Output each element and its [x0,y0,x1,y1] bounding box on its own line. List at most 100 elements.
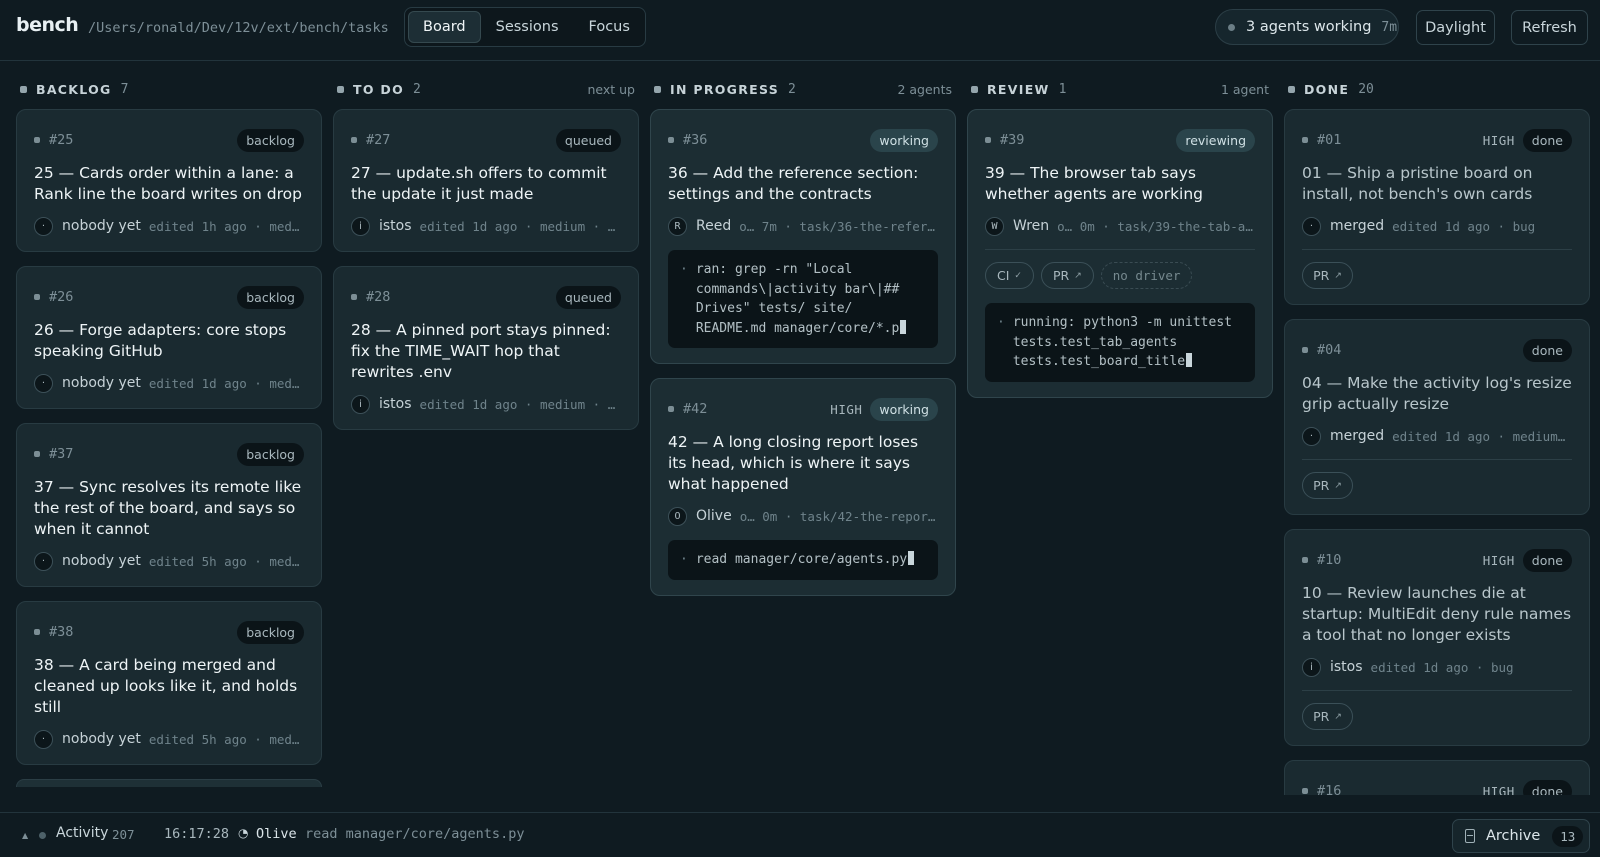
task-card[interactable]: #39 reviewing 39 — The browser tab says w… [967,109,1273,398]
priority-label: HIGH [1482,783,1515,796]
next-card-stub [16,779,322,787]
card-number: #04 [1317,342,1342,358]
column-name: REVIEW [987,81,1050,97]
column-name: IN PROGRESS [670,81,780,97]
card-number: #36 [683,132,708,148]
agents-status-pill[interactable]: 3 agents working 7m [1215,9,1399,45]
card-title: 28 — A pinned port stays pinned: fix the… [351,321,611,381]
card-square-icon [985,137,991,143]
status-badge: done [1522,548,1572,572]
card-title: 27 — update.sh offers to commit the upda… [351,164,607,203]
card-number: #25 [49,132,74,148]
column-done: DONE 20 #01 HIGH done 01 — Ship a pristine… [1284,61,1590,795]
archive-count: 13 [1552,825,1584,847]
cursor-icon [1186,353,1193,367]
column-name: BACKLOG [36,81,112,97]
column-count: 2 [413,81,421,97]
card-title: 04 — Make the activity log's resize grip… [1302,374,1572,413]
priority-label: HIGH [1482,552,1515,568]
card-square-icon [668,137,674,143]
ci-chip[interactable]: CI ✓ [985,262,1034,289]
avatar: R [668,216,687,236]
agent-log: · running: python3 -m unittest tests.test… [985,303,1255,382]
card-meta: edited 1d ago · medium [148,375,304,391]
agents-status-text: 3 agents working [1246,19,1372,35]
column-todo: TO DO 2 next up #27 queued 27 — update.sh… [333,61,639,795]
card-title: 25 — Cards order within a lane: a Rank l… [34,164,303,203]
divider [1302,459,1572,460]
column-name: TO DO [353,81,405,97]
column-in-progress: IN PROGRESS 2 2 agents #36 working 36 — A… [650,61,956,795]
task-card[interactable]: #01 HIGH done 01 — Ship a pristine board o… [1284,109,1590,305]
refresh-button[interactable]: Refresh [1511,10,1588,45]
status-badge: backlog [237,128,304,152]
card-square-icon [1302,137,1308,143]
cursor-icon [908,551,915,565]
task-card[interactable]: #04 done 04 — Make the activity log's res… [1284,319,1590,515]
column-header: TO DO 2 next up [337,79,635,99]
external-link-icon: ↗ [1074,270,1082,281]
card-number: #10 [1317,552,1342,568]
avatar: O [668,506,687,526]
avatar: · [34,729,53,749]
avatar: i [351,394,370,414]
avatar: i [1302,657,1321,677]
status-badge: queued [555,285,621,309]
task-card[interactable]: #42 HIGH working 42 — A long closing repor… [650,378,956,596]
archive-icon [1465,829,1475,843]
avatar: W [985,216,1004,236]
task-card[interactable]: #28 queued 28 — A pinned port stays pinne… [333,266,639,430]
status-badge: done [1522,128,1572,152]
cursor-icon [900,319,907,334]
pr-chip[interactable]: PR ↗ [1040,262,1094,289]
tab-board[interactable]: Board [408,11,481,43]
tab-sessions[interactable]: Sessions [481,11,574,43]
task-card[interactable]: #38 backlog 38 — A card being merged and … [16,601,322,765]
column-header: DONE 20 [1288,79,1586,99]
tab-focus[interactable]: Focus [574,11,645,43]
card-number: #37 [49,446,74,462]
column-count: 7 [120,81,129,97]
pr-link-chip[interactable]: PR ↗ [1302,703,1353,730]
external-link-icon: ↗ [1334,711,1342,722]
card-title: 36 — Add the reference section: settings… [668,164,919,203]
agent-log: · read manager/core/agents.py [668,540,938,580]
card-owner: merged [1330,428,1385,444]
task-card[interactable]: #25 backlog 25 — Cards order within a lan… [16,109,322,252]
card-square-icon [34,629,40,635]
task-card[interactable]: #26 backlog 26 — Forge adapters: core sto… [16,266,322,409]
task-card[interactable]: #37 backlog 37 — Sync resolves its remote… [16,423,322,587]
daylight-button[interactable]: Daylight [1416,10,1495,45]
card-meta: edited 1d ago · medium · bug [419,396,621,412]
lane-square-icon [20,85,27,93]
status-badge: queued [555,128,621,152]
card-owner: istos [379,218,412,234]
card-meta: o… 0m · task/42-the-report-head [739,508,938,524]
card-owner: Olive [696,508,732,524]
pr-link-chip[interactable]: PR ↗ [1302,262,1353,289]
activity-count: 207 [112,827,135,842]
activity-label[interactable]: Activity [56,825,108,841]
card-meta: edited 1d ago · bug [1370,659,1514,675]
column-header: REVIEW 1 1 agent [971,79,1269,99]
avatar: · [34,551,53,571]
column-count: 2 [788,81,796,97]
task-card[interactable]: #16 HIGH done [1284,760,1590,795]
pr-link-chip[interactable]: PR ↗ [1302,472,1353,499]
avatar: i [351,216,370,236]
card-meta: o… 7m · task/36-the-reference-section [739,218,938,234]
card-owner: nobody yet [62,731,141,747]
card-square-icon [668,406,674,412]
app-logo: bench [16,14,79,36]
task-card[interactable]: #10 HIGH done 10 — Review launches die at … [1284,529,1590,746]
task-card[interactable]: #27 queued 27 — update.sh offers to commi… [333,109,639,252]
driver-chip: no driver [1100,262,1193,289]
card-title: 01 — Ship a pristine board on install, n… [1302,164,1533,203]
archive-button[interactable]: Archive 13 [1452,819,1590,853]
task-card[interactable]: #36 working 36 — Add the reference sectio… [650,109,956,364]
card-title: 42 — A long closing report loses its hea… [668,433,919,493]
card-owner: nobody yet [62,553,141,569]
column-count: 20 [1358,81,1374,97]
expand-triangle-icon[interactable]: ▲ [22,831,28,840]
status-dot-icon [1228,23,1235,31]
